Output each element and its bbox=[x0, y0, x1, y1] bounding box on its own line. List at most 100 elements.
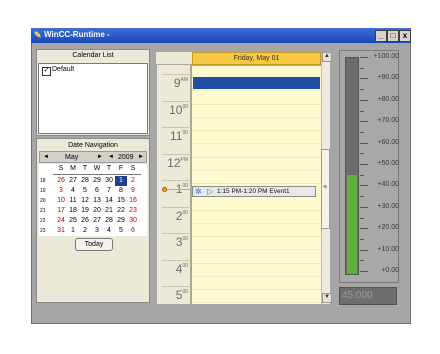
day-cell[interactable]: 21 bbox=[103, 206, 115, 216]
selected-day-cell[interactable]: 1 bbox=[115, 176, 127, 186]
day-cell[interactable]: 15 bbox=[115, 196, 127, 206]
day-cell[interactable]: 26 bbox=[55, 176, 67, 186]
prev-year-button[interactable]: ◄ bbox=[108, 154, 114, 160]
scrollbar-thumb[interactable]: ≡ bbox=[321, 149, 330, 229]
day-cell[interactable]: 8 bbox=[115, 186, 127, 196]
gauge-minor-tick bbox=[360, 131, 364, 133]
gauge-scale-label: +30.00 bbox=[377, 202, 399, 210]
day-cell[interactable]: 6 bbox=[91, 186, 103, 196]
day-cell[interactable]: 24 bbox=[55, 216, 67, 226]
close-button[interactable]: x bbox=[399, 30, 411, 42]
day-cell[interactable]: 3 bbox=[91, 226, 103, 236]
day-cell[interactable]: 4 bbox=[67, 186, 79, 196]
day-cell[interactable]: 18 bbox=[67, 206, 79, 216]
day-cell[interactable]: 25 bbox=[67, 216, 79, 226]
selected-time-slot[interactable] bbox=[193, 77, 320, 89]
day-cell[interactable]: 27 bbox=[67, 176, 79, 186]
day-header-row: S M T W T F S bbox=[39, 164, 149, 174]
day-cell[interactable]: 16 bbox=[127, 196, 139, 206]
week-row: 18 26 27 28 29 30 1 2 bbox=[39, 176, 149, 186]
day-cell[interactable]: 22 bbox=[115, 206, 127, 216]
day-cell[interactable]: 2 bbox=[79, 226, 91, 236]
hour-divider bbox=[162, 207, 191, 208]
time-column-header bbox=[156, 52, 192, 65]
month-label: May bbox=[65, 154, 79, 161]
gauge-major-tick bbox=[360, 57, 368, 58]
day-cell[interactable]: 2 bbox=[127, 176, 139, 186]
week-number: 20 bbox=[40, 198, 46, 204]
thumb-grip-icon: ≡ bbox=[323, 184, 328, 191]
gauge-minor-tick bbox=[360, 196, 364, 198]
day-cell[interactable]: 1 bbox=[67, 226, 79, 236]
gauge-major-tick bbox=[360, 164, 368, 165]
day-cell[interactable]: 3 bbox=[55, 186, 67, 196]
day-cell[interactable]: 6 bbox=[127, 226, 139, 236]
time-slot-line bbox=[192, 223, 321, 224]
day-cell[interactable]: 7 bbox=[103, 186, 115, 196]
day-cell[interactable]: 14 bbox=[103, 196, 115, 206]
hour-number: 11 bbox=[169, 129, 183, 143]
time-slot-line bbox=[192, 276, 321, 277]
day-cell[interactable]: 20 bbox=[91, 206, 103, 216]
day-cell[interactable]: 5 bbox=[79, 186, 91, 196]
hour-number: 10 bbox=[169, 103, 183, 117]
time-slot-line bbox=[192, 289, 321, 290]
gauge-major-tick bbox=[360, 142, 368, 144]
default-calendar-checkbox[interactable]: ✓ bbox=[42, 67, 51, 76]
window-title: WinCC-Runtime - bbox=[44, 30, 110, 39]
day-cell[interactable]: 27 bbox=[91, 216, 103, 226]
gauge-fill bbox=[347, 174, 357, 274]
time-slot-line bbox=[192, 143, 321, 144]
current-time-line bbox=[167, 189, 192, 190]
day-grid[interactable] bbox=[192, 66, 321, 304]
day-cell[interactable]: 17 bbox=[55, 206, 67, 216]
day-cell[interactable]: 31 bbox=[55, 226, 67, 236]
day-header[interactable]: Friday, May 01 bbox=[192, 52, 321, 65]
gauge-scale-label: +40.00 bbox=[377, 181, 399, 189]
hour-number: 12 bbox=[167, 156, 181, 170]
hour-suffix: PM bbox=[180, 157, 189, 163]
hour-suffix: 00 bbox=[182, 289, 188, 295]
gauge-major-tick bbox=[360, 78, 368, 80]
day-header: M bbox=[70, 165, 76, 172]
prev-month-button[interactable]: ◄ bbox=[43, 154, 49, 160]
week-row: 22 24 25 26 27 28 29 30 bbox=[39, 216, 149, 226]
next-year-button[interactable]: ► bbox=[138, 154, 144, 160]
minimize-button[interactable]: _ bbox=[375, 30, 387, 42]
day-cell[interactable]: 23 bbox=[127, 206, 139, 216]
day-cell[interactable]: 12 bbox=[79, 196, 91, 206]
day-cell[interactable]: 19 bbox=[79, 206, 91, 216]
day-cell[interactable]: 5 bbox=[115, 226, 127, 236]
next-month-button[interactable]: ► bbox=[97, 154, 103, 160]
day-cell[interactable]: 26 bbox=[79, 216, 91, 226]
day-cell[interactable]: 11 bbox=[67, 196, 79, 206]
day-cell[interactable]: 10 bbox=[55, 196, 67, 206]
time-slot-line bbox=[192, 302, 321, 303]
day-cell[interactable]: 29 bbox=[115, 216, 127, 226]
hour-label: 1000 bbox=[158, 103, 188, 117]
day-cell[interactable]: 30 bbox=[103, 176, 115, 186]
calendar-list-item[interactable]: ✓ Default bbox=[39, 64, 147, 76]
time-slot-line bbox=[192, 117, 321, 118]
scroll-down-button[interactable]: ▼ bbox=[322, 293, 332, 303]
day-cell[interactable]: 30 bbox=[127, 216, 139, 226]
scroll-up-button[interactable]: ▲ bbox=[322, 52, 332, 62]
day-cell[interactable]: 28 bbox=[103, 216, 115, 226]
day-cell[interactable]: 29 bbox=[91, 176, 103, 186]
hour-suffix: AM bbox=[180, 77, 189, 83]
maximize-button[interactable]: □ bbox=[387, 30, 399, 42]
year-label: 2009 bbox=[118, 154, 134, 161]
day-cell[interactable]: 28 bbox=[79, 176, 91, 186]
gauge-major-tick bbox=[360, 185, 368, 187]
day-cell[interactable]: 4 bbox=[103, 226, 115, 236]
today-button[interactable]: Today bbox=[75, 238, 113, 251]
day-cell[interactable]: 9 bbox=[127, 186, 139, 196]
gauge-major-tick bbox=[360, 271, 368, 272]
event-appointment[interactable]: ✲ ▷ 1:15 PM-1:20 PM Event1 bbox=[192, 186, 316, 197]
mini-calendar: S M T W T F S 18 26 27 28 29 30 1 2 19 3 4 5 6 7 8 9 20 1… bbox=[39, 164, 147, 236]
day-cell[interactable]: 13 bbox=[91, 196, 103, 206]
hour-divider bbox=[162, 127, 191, 128]
hour-label: 200 bbox=[158, 209, 188, 223]
gauge-major-tick bbox=[360, 228, 368, 230]
gauge-scale-label: +70.00 bbox=[377, 117, 399, 125]
